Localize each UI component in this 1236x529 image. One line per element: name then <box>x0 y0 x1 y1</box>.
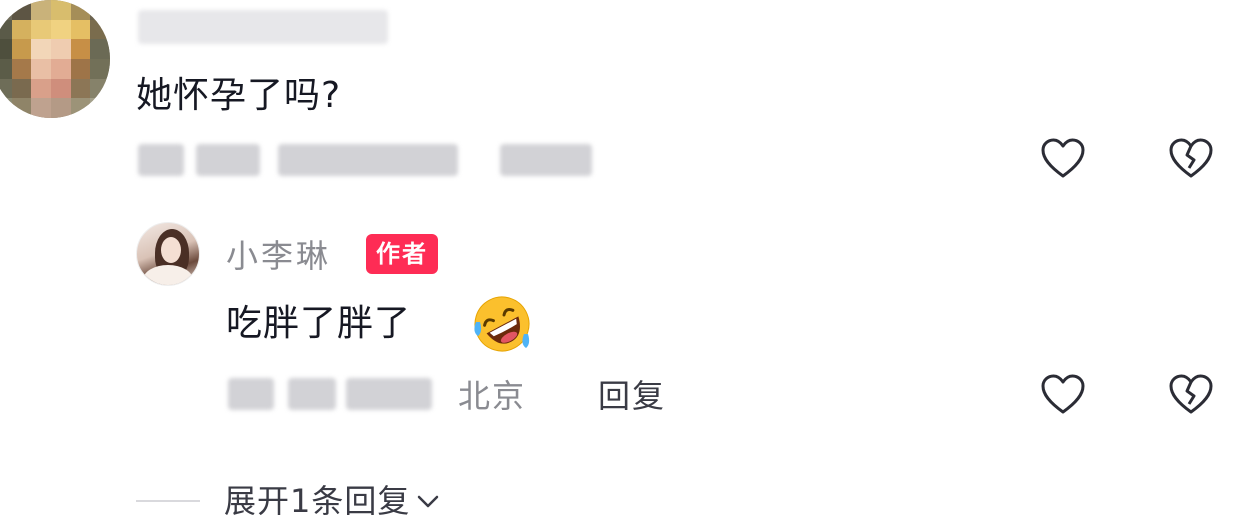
reply-date-blurred <box>288 378 336 410</box>
reply-text: 吃胖了胖了 <box>226 303 412 344</box>
expand-replies-label: 展开1条回复 <box>224 482 411 520</box>
broken-heart-icon <box>1169 138 1213 178</box>
author-badge: 作者 <box>366 234 438 274</box>
heart-outline-icon <box>1041 138 1085 178</box>
chevron-down-icon <box>418 495 439 508</box>
comment-meta-blurred <box>278 144 458 176</box>
like-button[interactable] <box>1036 132 1090 186</box>
author-avatar[interactable] <box>136 222 200 286</box>
comment-reply-blurred[interactable] <box>500 144 592 176</box>
comment-text: 她怀孕了吗? <box>136 75 342 116</box>
avatar-mosaic <box>0 0 110 118</box>
reply-time-blurred <box>228 378 274 410</box>
broken-heart-icon <box>1169 374 1213 414</box>
commenter-avatar[interactable] <box>0 0 110 118</box>
rolling-on-floor-laughing-emoji <box>474 296 530 352</box>
expand-replies-button[interactable]: 展开1条回复 <box>224 481 442 521</box>
reply-button[interactable]: 回复 <box>598 376 666 416</box>
reply-location: 北京 <box>458 377 527 415</box>
comment-date-blurred <box>196 144 260 176</box>
commenter-name-blurred <box>138 10 388 44</box>
comment-time-blurred <box>138 144 184 176</box>
dislike-button[interactable] <box>1164 132 1218 186</box>
reply-meta-blurred <box>346 378 432 410</box>
avatar-face <box>161 237 181 263</box>
expand-divider <box>136 500 200 502</box>
reply-dislike-button[interactable] <box>1164 368 1218 422</box>
author-username[interactable]: 小李琳 <box>226 236 331 276</box>
reply-like-button[interactable] <box>1036 368 1090 422</box>
heart-outline-icon <box>1041 374 1085 414</box>
